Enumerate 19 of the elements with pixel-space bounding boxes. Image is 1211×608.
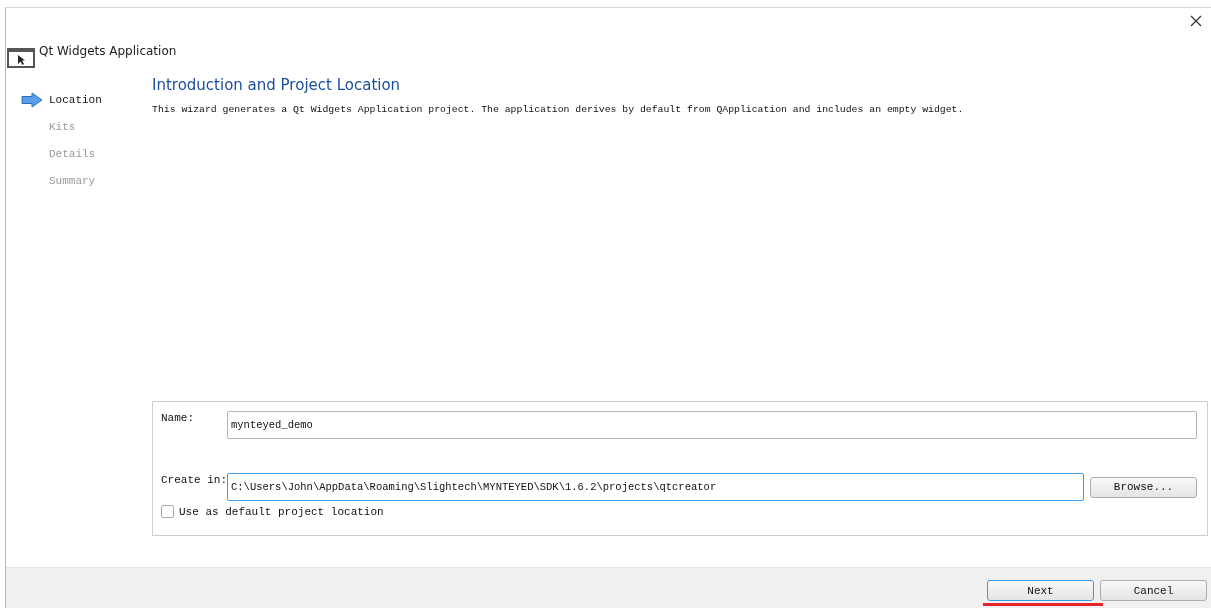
page-description: This wizard generates a Qt Widgets Application project. The application derives by default from QApplication and includes an empty widget. <box>152 104 965 115</box>
window-title: Qt Widgets Application <box>39 44 177 58</box>
create-in-field[interactable]: C:\Users\John\AppData\Roaming\Slightech\MYNTEYED\SDK\1.6.2\projects\qtcreator <box>227 473 1084 501</box>
name-field[interactable]: mynteyed_demo <box>227 411 1197 439</box>
wizard-step: Details <box>49 147 96 160</box>
dialog-button[interactable]: Cancel <box>1100 580 1207 601</box>
arrow-icon <box>21 91 43 108</box>
checkbox[interactable] <box>161 505 174 518</box>
name-label: Name: <box>161 411 195 424</box>
create-in-label: Create in: <box>161 473 227 486</box>
wizard-step: Location <box>49 93 102 106</box>
checkbox-label: Use as default project location <box>179 505 384 518</box>
wizard-step: Kits <box>49 120 76 133</box>
close-icon[interactable] <box>1190 15 1202 27</box>
page-heading: Introduction and Project Location <box>152 76 402 94</box>
browse-button[interactable]: Browse... <box>1090 476 1197 498</box>
window-cursor-icon <box>7 47 37 69</box>
dialog-button[interactable]: Next <box>987 580 1094 601</box>
wizard-step: Summary <box>49 174 96 187</box>
